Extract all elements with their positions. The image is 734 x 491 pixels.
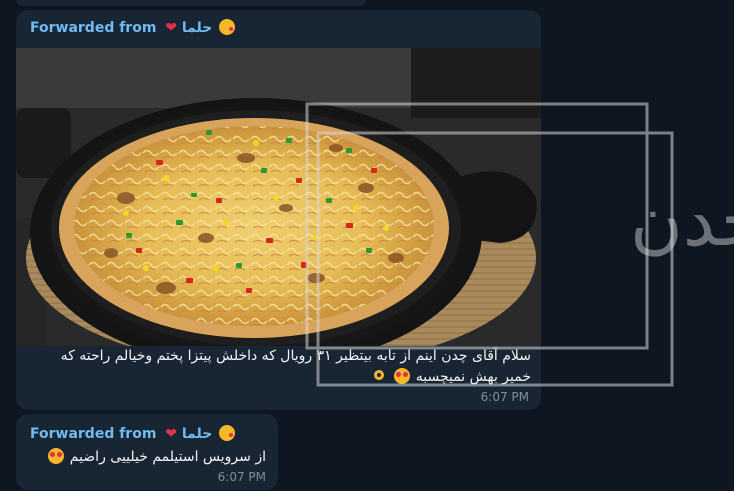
forwarded-header[interactable]: Forwarded from ❤ حلما [30, 19, 236, 36]
forwarded-name[interactable]: حلما [182, 20, 212, 36]
message-time: 6:07 PM [217, 470, 266, 484]
forwarded-name[interactable]: حلما [182, 426, 212, 442]
message-time: 6:07 PM [480, 390, 529, 404]
kiss-face-icon [219, 19, 236, 35]
caption-line-2-wrap: خمیر بهش نمیچسبه [26, 367, 531, 388]
message-caption: سلام آقای چدن اینم از تابه بیتظیر ۳۱ روی… [26, 346, 531, 388]
previous-message-bubble[interactable] [16, 0, 366, 6]
message-bubble-text[interactable]: Forwarded from ❤ حلما از سرویس استیلمم خ… [16, 414, 278, 490]
message-bubble-photo[interactable]: Forwarded from ❤ حلما سلام آقای چدن اینم… [16, 10, 541, 410]
pizza-photo[interactable] [16, 48, 541, 346]
kiss-face-icon [219, 425, 236, 441]
caption-line-1: سلام آقای چدن اینم از تابه بیتظیر ۳۱ روی… [60, 348, 531, 364]
message-text: از سرویس استیلمم خیلییی راضیم [69, 449, 266, 465]
heart-eyes-emoji [48, 448, 65, 464]
forwarded-label: Forwarded from [30, 426, 157, 442]
caption-line-2: خمیر بهش نمیچسبه [415, 369, 531, 385]
forwarded-header[interactable]: Forwarded from ❤ حلما [30, 425, 236, 442]
ok-hand-emoji [372, 368, 388, 384]
forwarded-label: Forwarded from [30, 20, 157, 36]
heart-eyes-emoji [394, 368, 411, 384]
message-text-wrap: از سرویس استیلمم خیلییی راضیم [28, 447, 266, 467]
red-heart-icon: ❤ [165, 20, 178, 36]
red-heart-icon: ❤ [165, 426, 178, 442]
watermark-text: آقای چدن [630, 177, 734, 262]
chat-area: Forwarded from ❤ حلما سلام آقای چدن اینم… [0, 0, 734, 491]
